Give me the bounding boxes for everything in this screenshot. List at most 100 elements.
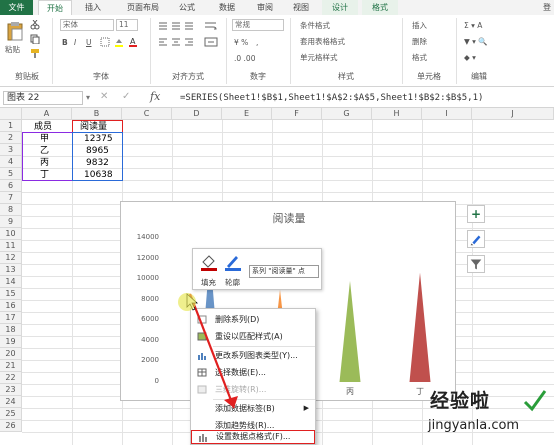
series-selector[interactable]: 系列 "阅读量" 点 bbox=[249, 265, 319, 278]
wrap-text-icon[interactable] bbox=[204, 21, 218, 31]
row-header[interactable]: 24 bbox=[0, 396, 22, 408]
fill-label[interactable]: 填充 bbox=[201, 277, 216, 288]
format-as-table-button[interactable]: 套用表格格式 bbox=[300, 36, 345, 47]
tab-view[interactable]: 视图 bbox=[286, 0, 316, 15]
italic-button[interactable]: I bbox=[74, 37, 76, 48]
row-header[interactable]: 20 bbox=[0, 348, 22, 360]
column-header-h[interactable]: H bbox=[372, 108, 422, 120]
group-editing-label: 编辑 bbox=[471, 72, 487, 81]
tab-chart-design[interactable]: 设计 bbox=[322, 0, 358, 15]
chart-bar[interactable] bbox=[339, 280, 361, 382]
column-header-c[interactable]: C bbox=[122, 108, 172, 120]
column-header-b[interactable]: B bbox=[72, 108, 122, 120]
comma-button[interactable]: , bbox=[256, 37, 258, 48]
row-header[interactable]: 2 bbox=[0, 132, 22, 144]
font-name-select[interactable]: 宋体 bbox=[60, 19, 114, 31]
row-header[interactable]: 3 bbox=[0, 144, 22, 156]
underline-button[interactable]: U bbox=[86, 37, 92, 48]
row-header[interactable]: 11 bbox=[0, 240, 22, 252]
merge-center-icon[interactable] bbox=[204, 37, 218, 47]
row-header[interactable]: 6 bbox=[0, 180, 22, 192]
column-header-e[interactable]: E bbox=[222, 108, 272, 120]
tab-file[interactable]: 文件 bbox=[0, 0, 33, 15]
border-icon[interactable] bbox=[100, 37, 110, 47]
row-header[interactable]: 14 bbox=[0, 276, 22, 288]
row-header[interactable]: 8 bbox=[0, 204, 22, 216]
row-header[interactable]: 18 bbox=[0, 324, 22, 336]
clear-button[interactable]: ◆ ▾ bbox=[464, 52, 476, 63]
row-header[interactable]: 17 bbox=[0, 312, 22, 324]
cut-icon[interactable] bbox=[30, 20, 40, 30]
align-top-icons[interactable] bbox=[158, 21, 198, 31]
column-header-i[interactable]: I bbox=[422, 108, 472, 120]
row-header[interactable]: 26 bbox=[0, 420, 22, 432]
chart-bar[interactable] bbox=[409, 272, 431, 382]
tab-review[interactable]: 审阅 bbox=[250, 0, 280, 15]
row-header[interactable]: 7 bbox=[0, 192, 22, 204]
conditional-format-button[interactable]: 条件格式 bbox=[300, 20, 330, 31]
outline-pen-icon[interactable] bbox=[223, 252, 243, 272]
tab-data[interactable]: 数据 bbox=[212, 0, 242, 15]
tab-formulas[interactable]: 公式 bbox=[172, 0, 202, 15]
number-format-select[interactable]: 常规 bbox=[232, 19, 284, 31]
outline-label[interactable]: 轮廓 bbox=[225, 277, 240, 288]
bold-button[interactable]: B bbox=[62, 37, 68, 48]
tab-chart-format[interactable]: 格式 bbox=[362, 0, 398, 15]
row-header[interactable]: 25 bbox=[0, 408, 22, 420]
row-header[interactable]: 23 bbox=[0, 384, 22, 396]
cancel-icon[interactable]: ✕ bbox=[100, 91, 108, 102]
row-gridline bbox=[22, 192, 554, 193]
chart-styles-brush-icon[interactable] bbox=[467, 230, 485, 248]
format-cells-button[interactable]: 格式 bbox=[412, 52, 427, 63]
format-painter-icon[interactable] bbox=[30, 48, 40, 58]
row-header[interactable]: 19 bbox=[0, 336, 22, 348]
font-color-icon[interactable]: A bbox=[128, 37, 138, 47]
row-header[interactable]: 4 bbox=[0, 156, 22, 168]
row-header[interactable]: 21 bbox=[0, 360, 22, 372]
sign-in-link[interactable]: 登 bbox=[540, 0, 554, 15]
group-font-label: 字体 bbox=[93, 72, 109, 81]
tab-page-layout[interactable]: 页面布局 bbox=[118, 0, 168, 15]
tab-home[interactable]: 开始 bbox=[38, 0, 72, 15]
font-size-select[interactable]: 11 bbox=[116, 19, 138, 31]
row-header[interactable]: 16 bbox=[0, 300, 22, 312]
formula-input[interactable]: =SERIES(Sheet1!$B$1,Sheet1!$A$2:$A$5,She… bbox=[180, 91, 550, 105]
name-box[interactable]: 图表 22 bbox=[3, 91, 83, 105]
name-box-dropdown-icon[interactable]: ▾ bbox=[86, 93, 90, 102]
column-header-d[interactable]: D bbox=[172, 108, 222, 120]
select-all-corner[interactable] bbox=[0, 108, 22, 120]
row-header[interactable]: 1 bbox=[0, 120, 22, 132]
column-header-a[interactable]: A bbox=[22, 108, 72, 120]
column-header-g[interactable]: G bbox=[322, 108, 372, 120]
enter-icon[interactable]: ✓ bbox=[122, 91, 130, 102]
copy-icon[interactable] bbox=[30, 34, 40, 44]
format-data-point-icon bbox=[199, 434, 207, 442]
chart-filters-icon[interactable] bbox=[467, 255, 485, 273]
formula-bar: 图表 22 ▾ ✕ ✓ fx =SERIES(Sheet1!$B$1,Sheet… bbox=[0, 88, 554, 108]
row-header[interactable]: 12 bbox=[0, 252, 22, 264]
tab-insert[interactable]: 插入 bbox=[78, 0, 108, 15]
insert-function-icon[interactable]: fx bbox=[150, 90, 160, 103]
currency-button[interactable]: ¥ % bbox=[234, 37, 248, 48]
fill-bucket-icon[interactable] bbox=[199, 252, 219, 272]
column-header-f[interactable]: F bbox=[272, 108, 322, 120]
column-header-j[interactable]: J bbox=[472, 108, 554, 120]
paste-button[interactable]: 粘贴 bbox=[5, 44, 20, 55]
decimal-buttons[interactable]: .0 .00 bbox=[234, 53, 255, 64]
insert-cells-button[interactable]: 插入 bbox=[412, 20, 427, 31]
autosum-button[interactable]: Σ ▾ A bbox=[464, 20, 482, 31]
row-header[interactable]: 5 bbox=[0, 168, 22, 180]
row-header[interactable]: 15 bbox=[0, 288, 22, 300]
row-header[interactable]: 13 bbox=[0, 264, 22, 276]
align-horizontal-icons[interactable] bbox=[158, 37, 198, 47]
menu-format-data-point[interactable]: 设置数据点格式(F)... bbox=[191, 430, 315, 444]
fill-button[interactable]: ▼ ▾ 🔍 bbox=[464, 36, 488, 47]
chart-elements-button[interactable]: + bbox=[467, 205, 485, 223]
row-header[interactable]: 10 bbox=[0, 228, 22, 240]
row-header[interactable]: 22 bbox=[0, 372, 22, 384]
row-header[interactable]: 9 bbox=[0, 216, 22, 228]
cell-styles-button[interactable]: 单元格样式 bbox=[300, 52, 338, 63]
paste-icon[interactable] bbox=[6, 21, 24, 41]
delete-cells-button[interactable]: 删除 bbox=[412, 36, 427, 47]
fill-color-icon[interactable] bbox=[114, 37, 124, 47]
